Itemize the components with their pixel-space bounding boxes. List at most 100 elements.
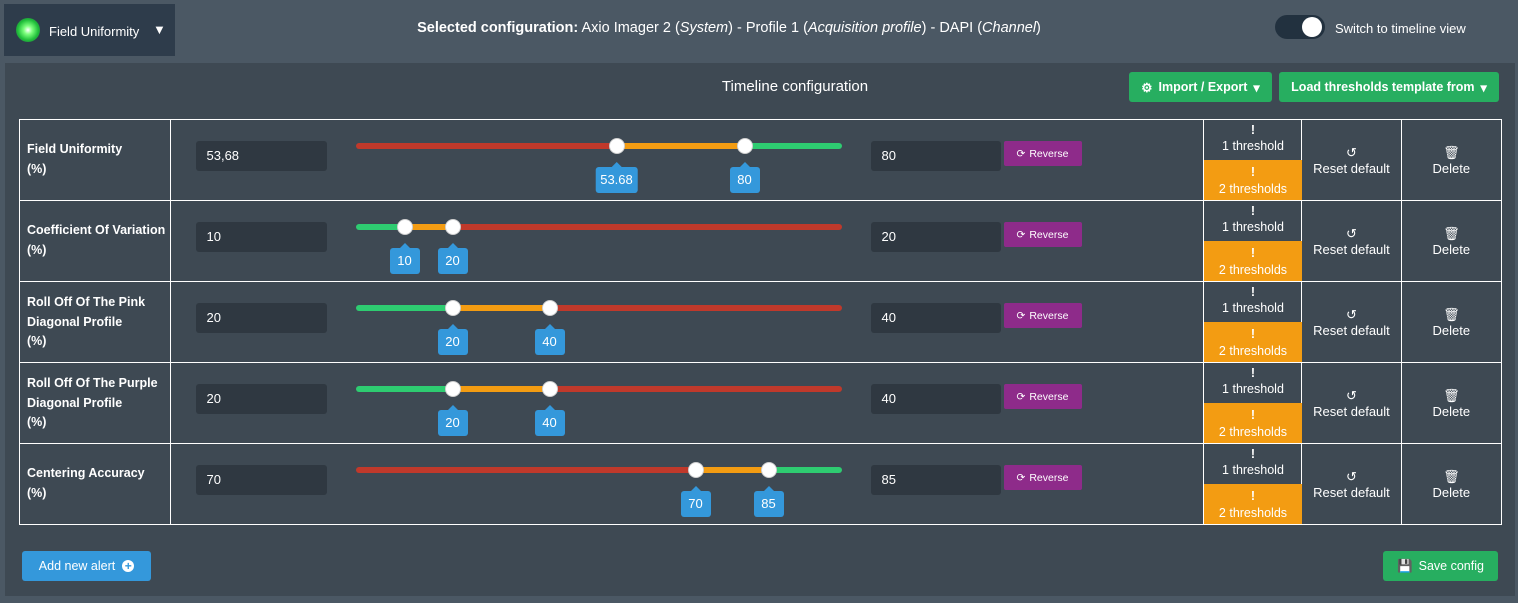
slider-handle-high[interactable]	[444, 219, 461, 235]
reset-default-label: Reset default	[1313, 161, 1390, 176]
reset-default-button[interactable]: ↺ Reset default	[1302, 226, 1400, 258]
load-thresholds-template-button[interactable]: Load thresholds template from ▾	[1279, 72, 1499, 102]
one-threshold-label: 1 threshold	[1222, 220, 1284, 234]
trash-icon: 🗑	[1443, 226, 1460, 241]
slider-segment-high	[549, 305, 842, 311]
low-threshold-input[interactable]: 20	[195, 303, 327, 333]
delete-button[interactable]: 🗑 Delete	[1402, 307, 1501, 339]
slider-handle-low[interactable]	[608, 138, 625, 154]
slider-handle-low[interactable]	[687, 462, 704, 478]
save-config-button[interactable]: 💾 Save config	[1383, 551, 1498, 581]
channel-type: Channel	[982, 20, 1037, 36]
reset-default-label: Reset default	[1313, 323, 1390, 338]
timeline-view-toggle-label: Switch to timeline view	[1335, 21, 1466, 36]
alert-label-cell: Coefficient Of Variation (%)	[19, 200, 171, 282]
one-threshold-option[interactable]: ! 1 threshold	[1204, 284, 1302, 316]
delete-button[interactable]: 🗑 Delete	[1402, 388, 1501, 420]
slider-handle-high[interactable]	[541, 381, 558, 397]
one-threshold-label: 1 threshold	[1222, 139, 1284, 153]
reset-default-button[interactable]: ↺ Reset default	[1302, 388, 1400, 420]
slider-value-high: 40	[534, 324, 565, 355]
delete-cell: 🗑 Delete	[1400, 362, 1503, 444]
exclamation-icon: !	[1250, 285, 1256, 299]
reset-default-button[interactable]: ↺ Reset default	[1302, 469, 1400, 501]
two-thresholds-option[interactable]: ! 2 thresholds	[1203, 322, 1302, 362]
trash-icon: 🗑	[1443, 388, 1460, 403]
high-threshold-input[interactable]: 20	[870, 222, 1001, 252]
delete-button[interactable]: 🗑 Delete	[1402, 469, 1501, 501]
low-threshold-input[interactable]: 70	[195, 465, 327, 495]
alert-label-line: Diagonal Profile	[27, 314, 123, 329]
reverse-button[interactable]: ⟳ Reverse	[1003, 222, 1082, 247]
reverse-button[interactable]: ⟳ Reverse	[1003, 141, 1082, 166]
slider-value-low: 20	[437, 324, 468, 355]
alert-row: Roll Off Of The Purple Diagonal Profile (%…	[19, 362, 1503, 444]
low-threshold-input[interactable]: 10	[195, 222, 327, 252]
trash-icon: 🗑	[1443, 145, 1460, 160]
threshold-slider[interactable]: 70 85	[355, 462, 842, 517]
slider-handle-low[interactable]	[396, 219, 413, 235]
delete-button[interactable]: 🗑 Delete	[1402, 145, 1501, 177]
two-thresholds-option[interactable]: ! 2 thresholds	[1203, 160, 1302, 200]
one-threshold-option[interactable]: ! 1 threshold	[1204, 122, 1302, 154]
two-thresholds-option[interactable]: ! 2 thresholds	[1203, 484, 1302, 524]
high-threshold-input[interactable]: 40	[870, 303, 1001, 333]
reset-default-button[interactable]: ↺ Reset default	[1302, 307, 1400, 339]
alert-label: Field Uniformity (%)	[27, 140, 122, 179]
slider-value-low: 20	[437, 405, 468, 436]
one-threshold-label: 1 threshold	[1222, 463, 1284, 477]
one-threshold-option[interactable]: ! 1 threshold	[1204, 365, 1302, 397]
import-export-button[interactable]: ⚙ Import / Export ▾	[1129, 72, 1272, 102]
slider-segment-low	[355, 305, 453, 311]
threshold-slider[interactable]: 10 20	[355, 219, 842, 274]
refresh-icon: ⟳	[1016, 390, 1026, 403]
exclamation-icon: !	[1250, 408, 1256, 422]
alert-label-line: (%)	[27, 485, 47, 500]
high-threshold-input[interactable]: 85	[870, 465, 1001, 495]
alert-label-line: Coefficient Of Variation	[27, 223, 166, 237]
threshold-slider[interactable]: 20 40	[355, 381, 842, 436]
slider-handle-low[interactable]	[444, 381, 461, 397]
add-new-alert-button[interactable]: Add new alert +	[22, 551, 151, 581]
alert-label-line: Roll Off Of The Pink	[27, 295, 146, 309]
reset-default-button[interactable]: ↺ Reset default	[1302, 145, 1400, 177]
two-thresholds-label: 2 thresholds	[1218, 263, 1288, 277]
timeline-view-toggle[interactable]	[1275, 15, 1325, 39]
toggle-knob	[1302, 17, 1322, 37]
alerts-table: Field Uniformity (%) 53,68 53.68 80 80 ⟳ …	[19, 119, 1503, 525]
delete-cell: 🗑 Delete	[1400, 443, 1503, 525]
refresh-icon: ⟳	[1016, 147, 1026, 160]
threshold-mode-cell: ! 1 threshold ! 2 thresholds	[1202, 200, 1303, 282]
slider-value-high: 80	[729, 162, 760, 193]
alert-label: Coefficient Of Variation (%)	[27, 221, 165, 260]
low-threshold-input[interactable]: 53,68	[195, 141, 327, 171]
undo-icon: ↺	[1346, 469, 1357, 484]
reverse-button[interactable]: ⟳ Reverse	[1003, 303, 1082, 328]
reset-default-cell: ↺ Reset default	[1301, 281, 1402, 363]
system-name: Axio Imager 2	[581, 20, 671, 36]
reset-default-cell: ↺ Reset default	[1301, 443, 1402, 525]
low-threshold-input[interactable]: 20	[195, 384, 327, 414]
two-thresholds-option[interactable]: ! 2 thresholds	[1203, 403, 1302, 443]
caret-down-icon: ▾	[1253, 80, 1260, 95]
delete-button[interactable]: 🗑 Delete	[1402, 226, 1501, 258]
high-threshold-input[interactable]: 40	[870, 384, 1001, 414]
top-bar: Field Uniformity ▼ Selected configuratio…	[0, 0, 1518, 58]
slider-handle-high[interactable]	[760, 462, 777, 478]
trash-icon: 🗑	[1443, 307, 1460, 322]
reverse-button[interactable]: ⟳ Reverse	[1003, 384, 1082, 409]
selected-configuration: Selected configuration: Axio Imager 2 (S…	[417, 20, 1041, 36]
threshold-slider[interactable]: 20 40	[355, 300, 842, 355]
reverse-button[interactable]: ⟳ Reverse	[1003, 465, 1082, 490]
one-threshold-option[interactable]: ! 1 threshold	[1204, 203, 1302, 235]
slider-handle-high[interactable]	[736, 138, 753, 154]
slider-handle-low[interactable]	[444, 300, 461, 316]
high-threshold-input[interactable]: 80	[870, 141, 1001, 171]
threshold-slider[interactable]: 53.68 80	[355, 138, 842, 193]
reset-default-label: Reset default	[1313, 242, 1390, 257]
reverse-label: Reverse	[1029, 147, 1069, 160]
slider-handle-high[interactable]	[541, 300, 558, 316]
reverse-label: Reverse	[1029, 228, 1069, 241]
two-thresholds-option[interactable]: ! 2 thresholds	[1203, 241, 1302, 281]
one-threshold-option[interactable]: ! 1 threshold	[1204, 446, 1302, 478]
